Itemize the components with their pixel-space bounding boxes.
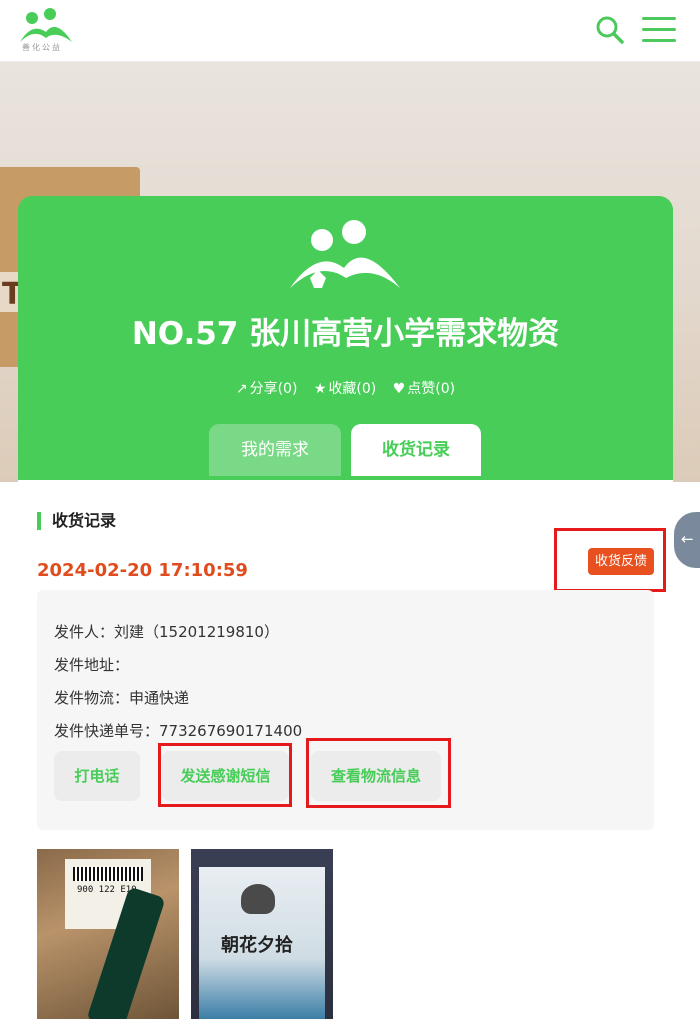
highlight-box [158, 743, 292, 807]
search-icon[interactable] [594, 14, 626, 46]
menu-line [642, 39, 676, 42]
arrow-left-icon: ← [681, 530, 694, 548]
share-icon: ↗ [235, 381, 248, 397]
book-title-text: 朝花夕拾 [221, 935, 293, 956]
barcode [73, 867, 143, 881]
hamburger-menu-icon[interactable] [642, 17, 676, 45]
project-title: NO.57 张川高营小学需求物资 [131, 316, 560, 352]
received-photo[interactable]: 900 122 E10 [37, 849, 179, 1019]
favorite-count: 收藏(0) [328, 381, 377, 397]
menu-line [642, 28, 676, 31]
like-button[interactable]: ♥ 点赞(0) [393, 378, 455, 398]
share-count: 分享(0) [249, 381, 298, 397]
highlight-box [306, 738, 451, 808]
favorite-button[interactable]: ★ 收藏(0) [314, 378, 376, 398]
section-title: 收货记录 [37, 512, 116, 530]
action-row: ↗ 分享(0) ★ 收藏(0) ♥ 点赞(0) [18, 378, 673, 398]
like-count: 点赞(0) [407, 381, 456, 397]
address-line: 发件地址： [54, 656, 130, 674]
sender-line: 发件人：刘建（15201219810） [54, 623, 279, 641]
tracking-number-line: 发件快递单号：773267690171400 [54, 722, 303, 740]
logo-text: 善化公益 [22, 43, 62, 52]
call-button[interactable]: 打电话 [54, 751, 140, 801]
project-header-card: NO.57 张川高营小学需求物资 ↗ 分享(0) ★ 收藏(0) ♥ 点赞(0) 我的… [18, 196, 673, 481]
highlight-box [554, 528, 666, 592]
heart-icon: ♥ [392, 381, 406, 397]
receipt-records-panel: 收货记录 2024-02-20 17:10:59 收货反馈 发件人：刘建（152… [18, 480, 673, 1021]
tab-receipt-records[interactable]: 收货记录 [351, 424, 481, 476]
tab-my-needs[interactable]: 我的需求 [209, 424, 341, 476]
charity-logo-icon [290, 220, 400, 288]
record-datetime: 2024-02-20 17:10:59 [37, 560, 248, 581]
star-icon: ★ [313, 381, 327, 397]
received-photo[interactable]: 朝花夕拾 [191, 849, 333, 1019]
menu-line [642, 17, 676, 20]
logistics-line: 发件物流：申通快递 [54, 689, 190, 707]
side-float-tab[interactable]: ← [674, 512, 700, 568]
book-figure [241, 884, 275, 914]
share-button[interactable]: ↗ 分享(0) [236, 378, 298, 398]
top-bar: 善化公益 [0, 0, 700, 62]
